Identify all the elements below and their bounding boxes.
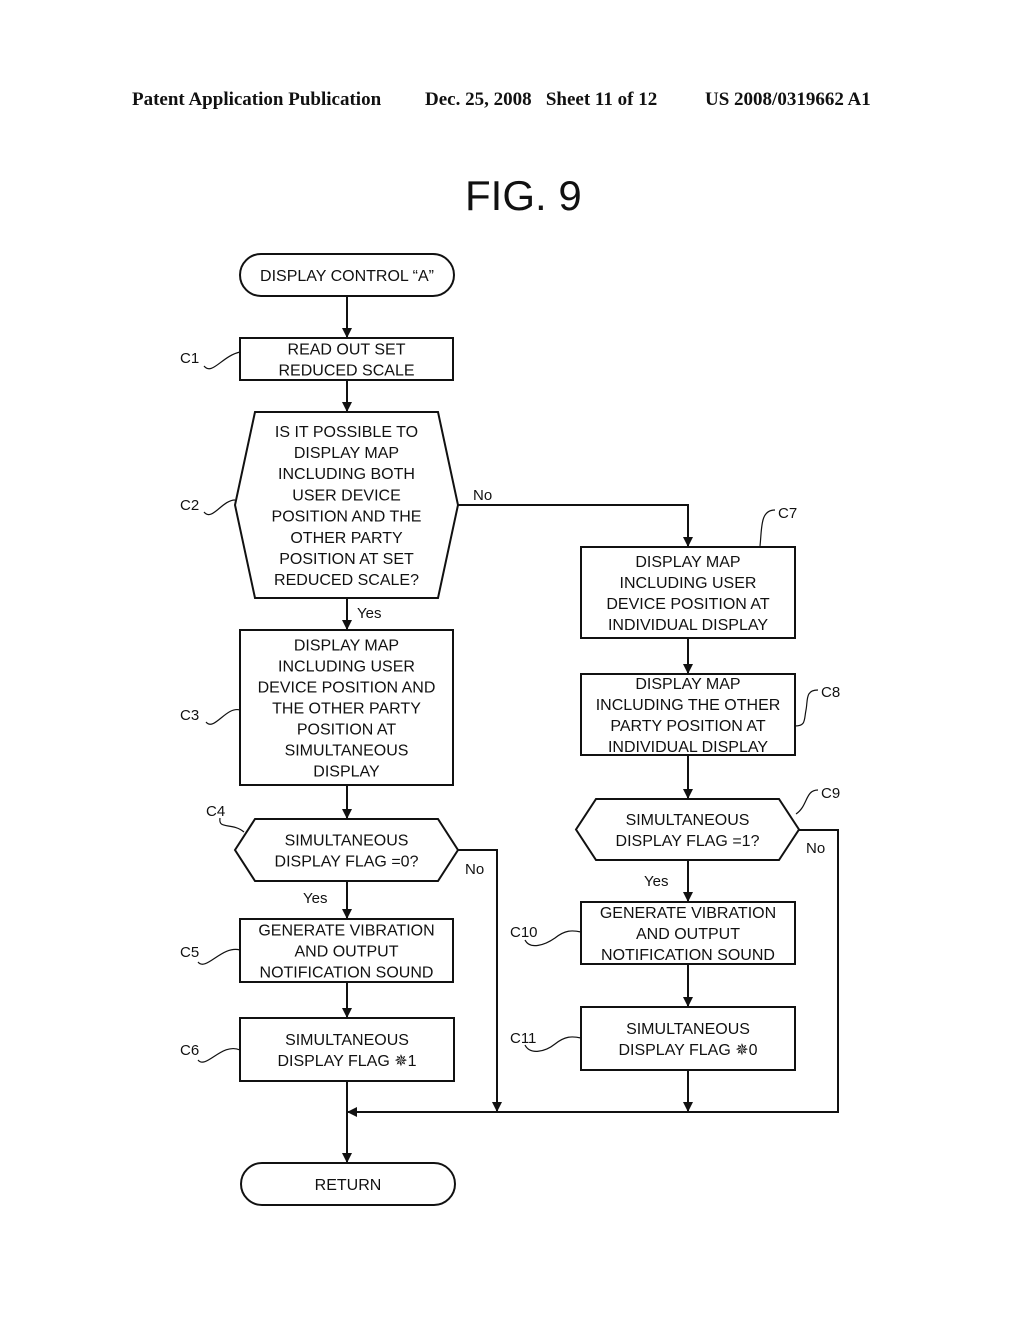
node-text-line: REDUCED SCALE? bbox=[274, 572, 419, 589]
node-text-line: DISPLAY MAP bbox=[635, 554, 740, 571]
node-c9: SIMULTANEOUS DISPLAY FLAG =1? bbox=[574, 798, 801, 861]
node-text-line: AND OUTPUT bbox=[636, 926, 740, 943]
decision-hexagon bbox=[574, 798, 801, 861]
step-ref-label: C5 bbox=[180, 944, 199, 961]
node-c5: GENERATE VIBRATION AND OUTPUT NOTIFICATION… bbox=[239, 918, 454, 983]
node-text-line: POSITION AND THE bbox=[272, 509, 422, 526]
step-ref-label: C6 bbox=[180, 1042, 199, 1059]
leader-squiggle bbox=[205, 709, 241, 725]
leader-squiggle bbox=[219, 817, 245, 833]
node-text-line: DISPLAY FLAG =1? bbox=[616, 833, 760, 850]
step-ref-label: C3 bbox=[180, 707, 199, 724]
step-ref-label: C8 bbox=[821, 684, 840, 701]
node-c1: READ OUT SET REDUCED SCALE bbox=[239, 337, 454, 381]
node-text-line: SIMULTANEOUS bbox=[626, 812, 750, 829]
leader-squiggle bbox=[203, 351, 241, 370]
node-text-line: INCLUDING USER bbox=[620, 575, 757, 592]
node-text-line: INCLUDING BOTH bbox=[278, 466, 415, 483]
node-text-line: DISPLAY bbox=[313, 764, 380, 781]
node-c7: DISPLAY MAP INCLUDING USER DEVICE POSITION… bbox=[580, 546, 796, 639]
step-ref-label: C7 bbox=[778, 505, 797, 522]
step-ref-label: C2 bbox=[180, 497, 199, 514]
node-start: DISPLAY CONTROL “A” bbox=[239, 253, 455, 297]
leader-squiggle bbox=[197, 1047, 241, 1063]
node-text-line: DEVICE POSITION AND bbox=[258, 680, 436, 697]
node-c10: GENERATE VIBRATION AND OUTPUT NOTIFICATION… bbox=[580, 901, 796, 965]
branch-label-c4-no: No bbox=[465, 861, 484, 878]
step-ref-label: C11 bbox=[510, 1030, 536, 1047]
node-text-line: SIMULTANEOUS bbox=[285, 833, 409, 850]
node-text-line: GENERATE VIBRATION bbox=[600, 905, 776, 922]
flowchart: DISPLAY CONTROL “A” READ OUT SET REDUCED S… bbox=[180, 253, 840, 1206]
node-text-line: USER DEVICE bbox=[292, 487, 400, 504]
step-ref-label: C10 bbox=[510, 924, 538, 941]
leader-squiggle bbox=[197, 948, 241, 965]
node-c11: SIMULTANEOUS DISPLAY FLAG ✵0 bbox=[580, 1006, 796, 1071]
branch-label-c9-yes: Yes bbox=[644, 873, 668, 890]
leader-squiggle bbox=[794, 689, 819, 727]
edge-c4-no bbox=[458, 849, 502, 1112]
node-text-line: RETURN bbox=[315, 1177, 382, 1194]
node-text-line: READ OUT SET bbox=[288, 342, 406, 359]
decision-hexagon bbox=[233, 818, 460, 882]
branch-label-c4-yes: Yes bbox=[303, 890, 327, 907]
node-text-line: DISPLAY FLAG ✵0 bbox=[618, 1042, 757, 1059]
node-text-line: DISPLAY MAP bbox=[635, 676, 740, 693]
node-text-line: OTHER PARTY bbox=[290, 530, 403, 547]
leader-squiggle bbox=[759, 509, 776, 547]
node-text-line: GENERATE VIBRATION bbox=[258, 923, 434, 940]
edge-c2-c7-no bbox=[458, 504, 693, 547]
node-text-line: INDIVIDUAL DISPLAY bbox=[608, 617, 768, 634]
node-c2: IS IT POSSIBLE TO DISPLAY MAP INCLUDING BO… bbox=[233, 411, 460, 599]
node-text-line: THE OTHER PARTY bbox=[272, 701, 421, 718]
node-c8: DISPLAY MAP INCLUDING THE OTHER PARTY POSI… bbox=[580, 673, 796, 756]
node-return: RETURN bbox=[240, 1162, 456, 1206]
branch-label-c2-no: No bbox=[473, 487, 492, 504]
node-text-line: REDUCED SCALE bbox=[278, 363, 414, 380]
node-text-line: INCLUDING THE OTHER bbox=[596, 697, 781, 714]
node-text-line: DISPLAY FLAG =0? bbox=[275, 854, 419, 871]
node-text-line: PARTY POSITION AT bbox=[610, 718, 766, 735]
step-ref-label: C1 bbox=[180, 350, 199, 367]
process-box bbox=[580, 1006, 796, 1071]
node-text-line: SIMULTANEOUS bbox=[285, 1032, 409, 1049]
node-text-line: AND OUTPUT bbox=[295, 944, 399, 961]
branch-label-c2-yes: Yes bbox=[357, 605, 381, 622]
node-text-line: SIMULTANEOUS bbox=[626, 1021, 750, 1038]
node-text-line: DISPLAY MAP bbox=[294, 445, 399, 462]
step-ref-label: C4 bbox=[206, 803, 225, 820]
node-text-line: NOTIFICATION SOUND bbox=[260, 965, 434, 982]
leader-squiggle bbox=[203, 499, 236, 515]
node-c6: SIMULTANEOUS DISPLAY FLAG ✵1 bbox=[239, 1017, 455, 1082]
step-ref-label: C9 bbox=[821, 785, 840, 802]
node-text-line: DEVICE POSITION AT bbox=[606, 596, 770, 613]
node-text-line: DISPLAY MAP bbox=[294, 638, 399, 655]
node-text-line: SIMULTANEOUS bbox=[285, 743, 409, 760]
node-text-line: DISPLAY CONTROL “A” bbox=[260, 268, 434, 285]
process-box bbox=[239, 1017, 455, 1082]
node-text-line: DISPLAY FLAG ✵1 bbox=[277, 1053, 416, 1070]
node-c3: DISPLAY MAP INCLUDING USER DEVICE POSITION… bbox=[239, 629, 454, 786]
branch-label-c9-no: No bbox=[806, 840, 825, 857]
node-text-line: INCLUDING USER bbox=[278, 659, 415, 676]
node-c4: SIMULTANEOUS DISPLAY FLAG =0? bbox=[233, 818, 460, 882]
leader-squiggle bbox=[795, 789, 819, 815]
node-text-line: NOTIFICATION SOUND bbox=[601, 947, 775, 964]
node-text-line: POSITION AT SET bbox=[279, 551, 414, 568]
node-text-line: INDIVIDUAL DISPLAY bbox=[608, 739, 768, 756]
node-text-line: IS IT POSSIBLE TO bbox=[275, 424, 418, 441]
node-text-line: POSITION AT bbox=[297, 722, 397, 739]
